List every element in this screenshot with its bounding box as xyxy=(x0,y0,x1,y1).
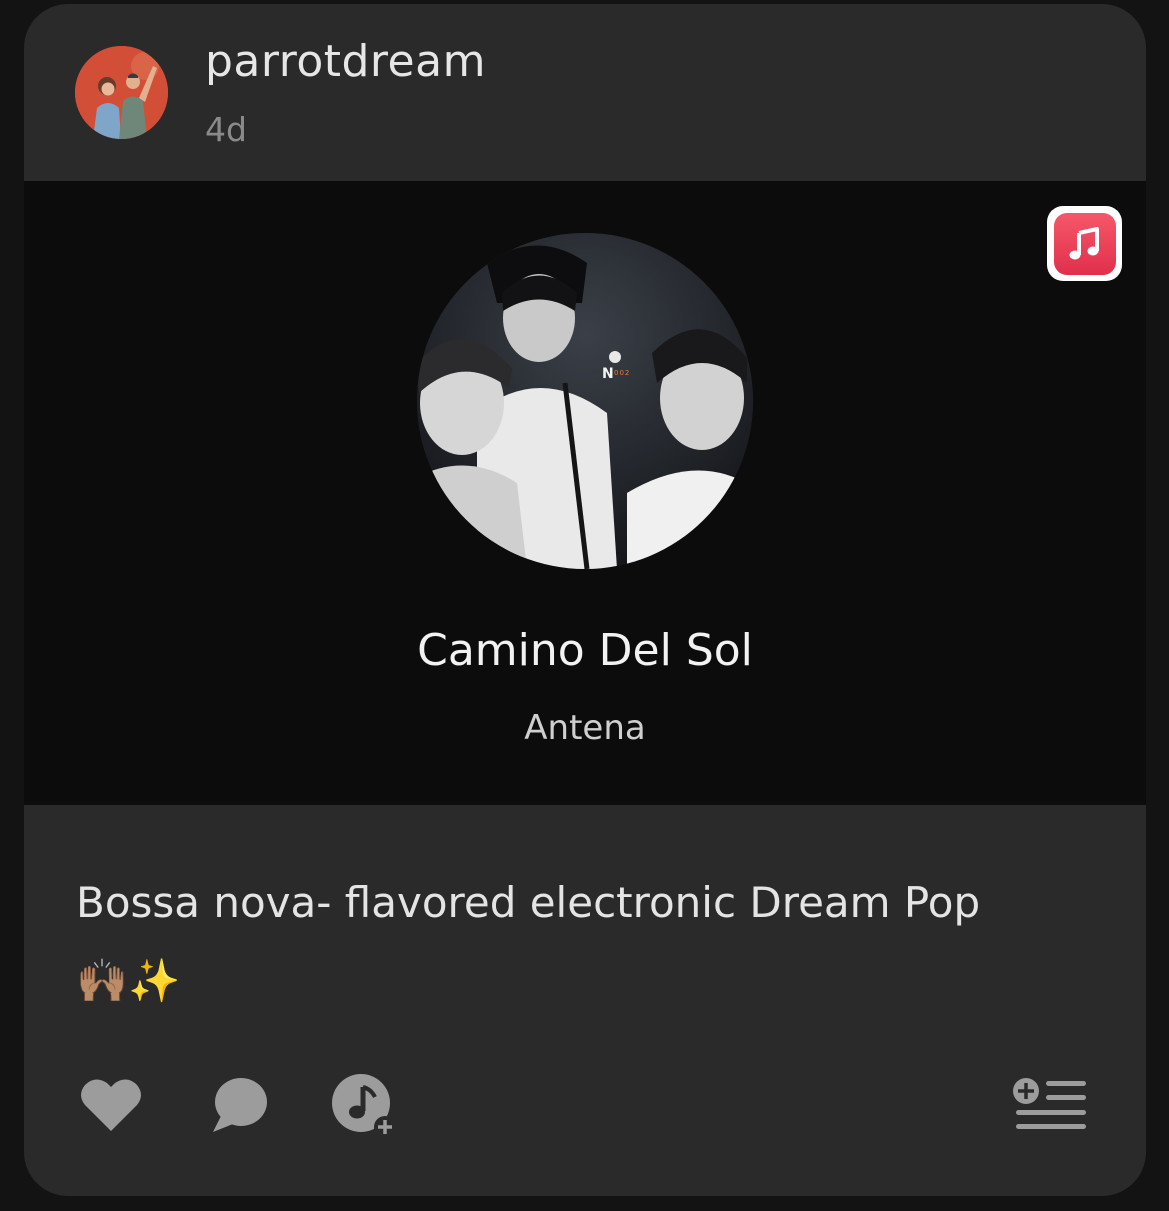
caption-text: Bossa nova- flavored electronic Dream Po… xyxy=(76,878,981,927)
music-note-add-icon xyxy=(332,1074,396,1138)
add-to-queue-button[interactable] xyxy=(1012,1072,1088,1138)
speech-bubble-icon xyxy=(213,1078,267,1132)
avatar-image xyxy=(75,46,168,139)
add-song-button[interactable] xyxy=(328,1070,400,1142)
action-bar xyxy=(24,1064,1146,1144)
like-button[interactable] xyxy=(78,1072,144,1138)
song-artist[interactable]: Antena xyxy=(24,708,1146,748)
song-title[interactable]: Camino Del Sol xyxy=(24,625,1146,676)
add-to-queue-icon xyxy=(1013,1078,1086,1129)
album-art-image: N 002 xyxy=(417,233,753,569)
avatar[interactable] xyxy=(75,46,168,139)
post-card: parrotdream 4d N 002 Camino Del Sol Ante… xyxy=(24,4,1146,1196)
caption-emoji: 🙌🏽✨ xyxy=(76,956,181,1005)
heart-icon xyxy=(81,1079,141,1131)
music-note-icon xyxy=(1069,226,1099,259)
song-panel[interactable]: N 002 Camino Del Sol Antena xyxy=(24,181,1146,805)
apple-music-icon[interactable] xyxy=(1047,206,1122,281)
svg-text:N: N xyxy=(602,366,614,382)
album-art[interactable]: N 002 xyxy=(417,233,753,569)
comment-button[interactable] xyxy=(210,1072,270,1138)
post-timestamp: 4d xyxy=(205,110,247,149)
post-caption: Bossa nova- flavored electronic Dream Po… xyxy=(76,864,1116,1020)
svg-text:002: 002 xyxy=(614,369,630,377)
username[interactable]: parrotdream xyxy=(205,36,486,87)
post-header: parrotdream 4d xyxy=(24,4,1146,181)
